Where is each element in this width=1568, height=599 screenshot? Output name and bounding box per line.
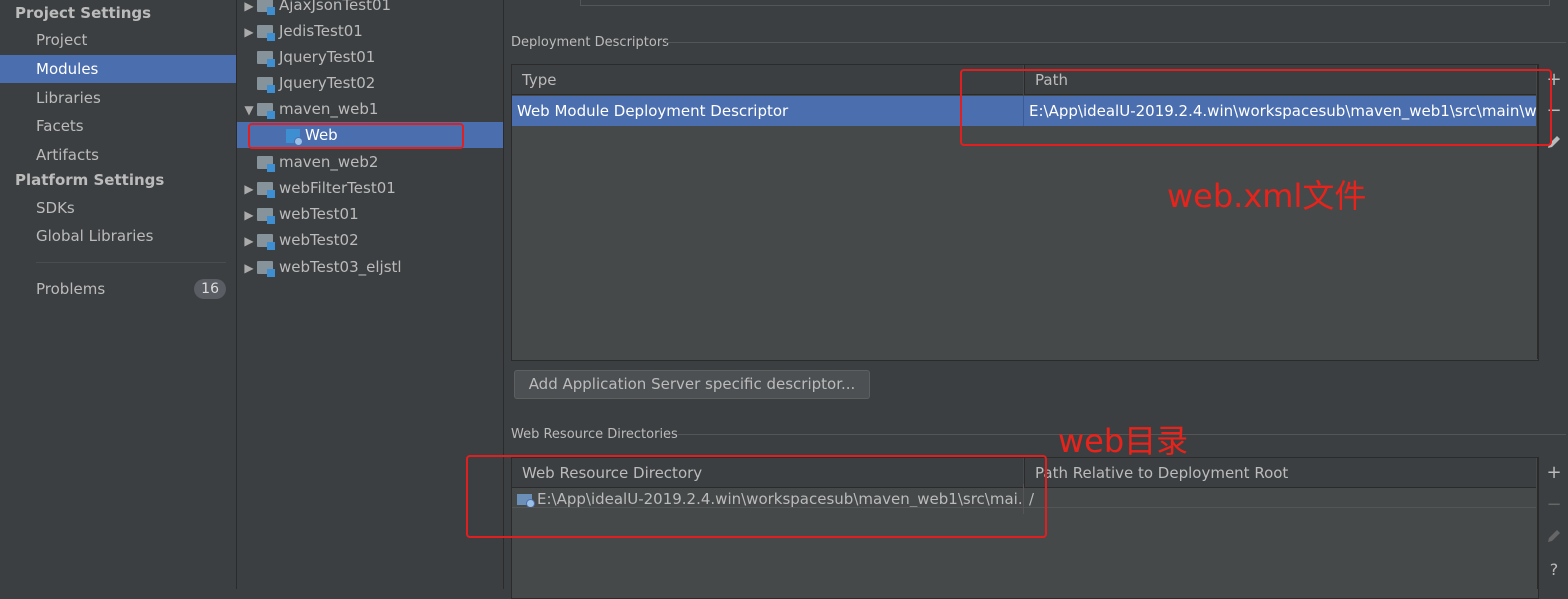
sidebar-item-modules[interactable]: Modules — [0, 55, 236, 83]
tree-node-webtest01[interactable]: ▶ webTest01 — [241, 201, 359, 227]
sidebar-item-sdks[interactable]: SDKs — [0, 194, 236, 222]
folder-icon — [257, 156, 275, 172]
annotation-box-web-directory — [466, 455, 1047, 538]
add-server-descriptor-button[interactable]: Add Application Server specific descript… — [514, 370, 870, 399]
problems-label: Problems — [36, 280, 106, 298]
expand-arrow-icon[interactable]: ▶ — [241, 176, 257, 202]
tree-node-webtest02[interactable]: ▶ webTest02 — [241, 227, 359, 253]
expand-arrow-icon[interactable]: ▶ — [241, 0, 257, 19]
annotation-webxml-label: web.xml文件 — [1167, 177, 1367, 215]
sidebar-item-artifacts[interactable]: Artifacts — [0, 141, 236, 169]
expand-arrow-icon[interactable]: ▶ — [241, 228, 257, 254]
add-resource-icon[interactable]: + — [1545, 464, 1563, 482]
tree-node-ajaxjsontest01[interactable]: ▶ AjaxJsonTest01 — [241, 0, 391, 18]
tree-node-label: webTest03_eljstl — [279, 258, 402, 276]
folder-icon — [257, 234, 275, 250]
tree-node-label: maven_web1 — [279, 100, 379, 118]
folder-icon — [257, 208, 275, 224]
folder-icon — [257, 51, 275, 67]
problems-count-badge: 16 — [194, 279, 226, 299]
sidebar-item-libraries[interactable]: Libraries — [0, 84, 236, 112]
group-separator — [666, 42, 1566, 43]
tree-node-jedistest01[interactable]: ▶ JedisTest01 — [241, 18, 363, 44]
tree-node-maven-web2[interactable]: maven_web2 — [241, 149, 378, 175]
collapse-arrow-icon[interactable]: ▼ — [241, 97, 257, 123]
folder-icon — [257, 261, 275, 277]
sidebar-divider — [36, 262, 226, 263]
tree-node-label: JqueryTest02 — [279, 74, 376, 92]
tree-node-maven-web1[interactable]: ▼ maven_web1 — [241, 96, 378, 122]
tree-node-label: JqueryTest01 — [279, 48, 376, 66]
tree-node-jquerytest02[interactable]: JqueryTest02 — [241, 70, 375, 96]
settings-sidebar: Project Settings Project Modules Librari… — [0, 0, 237, 589]
table-row-relative-cell[interactable]: / — [1023, 484, 1536, 514]
table-gutter — [1537, 457, 1538, 589]
folder-icon — [257, 25, 275, 41]
tree-node-label: maven_web2 — [279, 153, 379, 171]
top-field-edge — [580, 0, 1550, 6]
tree-node-label: AjaxJsonTest01 — [279, 0, 392, 14]
sidebar-item-facets[interactable]: Facets — [0, 112, 236, 140]
help-icon[interactable]: ? — [1545, 561, 1563, 579]
platform-settings-heading: Platform Settings — [15, 171, 165, 189]
folder-icon — [257, 182, 275, 198]
column-header-type[interactable]: Type — [512, 65, 1023, 95]
tree-node-label: webFilterTest01 — [279, 179, 396, 197]
annotation-box-path — [960, 69, 1552, 146]
folder-icon — [257, 103, 275, 119]
folder-icon — [257, 0, 275, 15]
expand-arrow-icon[interactable]: ▶ — [241, 255, 257, 281]
sidebar-item-global-libraries[interactable]: Global Libraries — [0, 222, 236, 250]
edit-resource-pencil-icon[interactable] — [1545, 528, 1563, 546]
annotation-box-web-node — [248, 123, 464, 149]
expand-arrow-icon[interactable]: ▶ — [241, 19, 257, 45]
tree-node-label: webTest01 — [279, 205, 359, 223]
tree-node-webtest03-eljstl[interactable]: ▶ webTest03_eljstl — [241, 254, 402, 280]
tree-node-label: webTest02 — [279, 231, 359, 249]
expand-arrow-icon[interactable]: ▶ — [241, 202, 257, 228]
module-tree: ▶ AjaxJsonTest01 ▶ JedisTest01 JqueryTest0… — [237, 0, 504, 589]
sidebar-item-problems[interactable]: Problems 16 — [0, 275, 236, 303]
project-settings-heading: Project Settings — [15, 4, 152, 22]
annotation-webdir-label: web目录 — [1058, 422, 1189, 460]
web-resource-directories-heading: Web Resource Directories — [511, 427, 678, 442]
remove-resource-icon[interactable]: − — [1545, 496, 1563, 514]
sidebar-item-project[interactable]: Project — [0, 26, 236, 54]
folder-icon — [257, 77, 275, 93]
table-row-type-cell[interactable]: Web Module Deployment Descriptor — [512, 96, 1023, 126]
tree-node-webfiltertest01[interactable]: ▶ webFilterTest01 — [241, 175, 396, 201]
tree-node-jquerytest01[interactable]: JqueryTest01 — [241, 44, 375, 70]
tree-node-label: JedisTest01 — [279, 22, 363, 40]
deployment-descriptors-heading: Deployment Descriptors — [511, 35, 669, 50]
